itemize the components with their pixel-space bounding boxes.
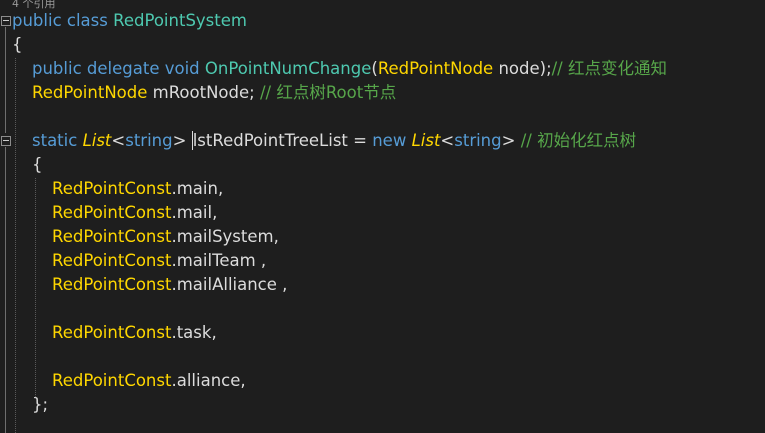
keyword-void: void [164, 59, 200, 78]
angle-close: > [501, 131, 516, 150]
code-line-item[interactable]: RedPointConst.alliance, [52, 369, 246, 393]
code-editor[interactable]: 4 个引用 public class RedPointSystem { publ… [0, 0, 765, 433]
brace: { [12, 35, 23, 54]
angle-close: > [172, 131, 187, 150]
fold-collapse-list-icon[interactable] [1, 136, 11, 146]
code-line-open-brace[interactable]: { [32, 153, 43, 177]
delegate-name: OnPointNumChange [204, 59, 372, 78]
fold-collapse-class-icon[interactable] [1, 16, 11, 26]
member-ref: .mailAlliance , [171, 275, 288, 294]
indent-guide [35, 178, 36, 398]
member-ref: .task, [171, 323, 217, 342]
keyword-string: string [454, 131, 502, 150]
code-line-list-declaration[interactable]: static List<string> lstRedPointTreeList … [32, 129, 636, 153]
keyword-delegate: delegate [86, 59, 160, 78]
code-line-close-brace[interactable]: }; [32, 393, 48, 417]
code-line-item[interactable]: RedPointConst.main, [52, 177, 223, 201]
class-ref: RedPointConst [52, 371, 172, 390]
fold-range-line [5, 147, 6, 433]
keyword-public: public [12, 11, 62, 30]
brace: { [32, 155, 43, 174]
param-type: RedPointNode [377, 59, 494, 78]
code-line-item[interactable]: RedPointConst.mailSystem, [52, 225, 279, 249]
param-name: node); [493, 59, 552, 78]
assign: = [347, 131, 373, 150]
class-ref: RedPointConst [52, 179, 172, 198]
member-ref: .mailTeam , [171, 251, 267, 270]
keyword-class: class [66, 11, 108, 30]
code-line-class-declaration[interactable]: public class RedPointSystem [12, 9, 247, 33]
class-ref: RedPointConst [52, 227, 172, 246]
class-name: RedPointSystem [113, 11, 247, 30]
code-line-item[interactable]: RedPointConst.mail, [52, 201, 217, 225]
keyword-public: public [32, 59, 82, 78]
field-name: mRootNode; [147, 83, 255, 102]
member-ref: .mailSystem, [171, 227, 279, 246]
comment: // 红点变化通知 [551, 59, 667, 78]
class-ref: RedPointConst [52, 275, 172, 294]
code-line-item[interactable]: RedPointConst.mailTeam , [52, 249, 266, 273]
code-line-item[interactable]: RedPointConst.task, [52, 321, 217, 345]
angle-open: < [440, 131, 455, 150]
member-ref: .mail, [171, 203, 218, 222]
member-ref: .main, [171, 179, 224, 198]
generic-type: List [82, 131, 112, 150]
code-line-item[interactable]: RedPointConst.mailAlliance , [52, 273, 287, 297]
code-line-delegate[interactable]: public delegate void OnPointNumChange(Re… [32, 57, 667, 81]
brace: }; [32, 395, 49, 414]
generic-type: List [411, 131, 441, 150]
keyword-new: new [372, 131, 407, 150]
code-line-field[interactable]: RedPointNode mRootNode; // 红点树Root节点 [32, 81, 396, 105]
code-line-open-brace[interactable]: { [12, 33, 23, 57]
keyword-string: string [125, 131, 173, 150]
member-ref: .alliance, [171, 371, 246, 390]
angle-open: < [111, 131, 126, 150]
comment: // 初始化红点树 [520, 131, 637, 150]
class-ref: RedPointConst [52, 323, 172, 342]
fold-range-line [5, 27, 6, 133]
class-ref: RedPointConst [52, 203, 172, 222]
indent-guide [15, 58, 16, 433]
comment: // 红点树Root节点 [259, 83, 397, 102]
class-ref: RedPointConst [52, 251, 172, 270]
keyword-static: static [32, 131, 78, 150]
field-type: RedPointNode [32, 83, 148, 102]
variable-name: stRedPointTreeList [197, 131, 348, 150]
